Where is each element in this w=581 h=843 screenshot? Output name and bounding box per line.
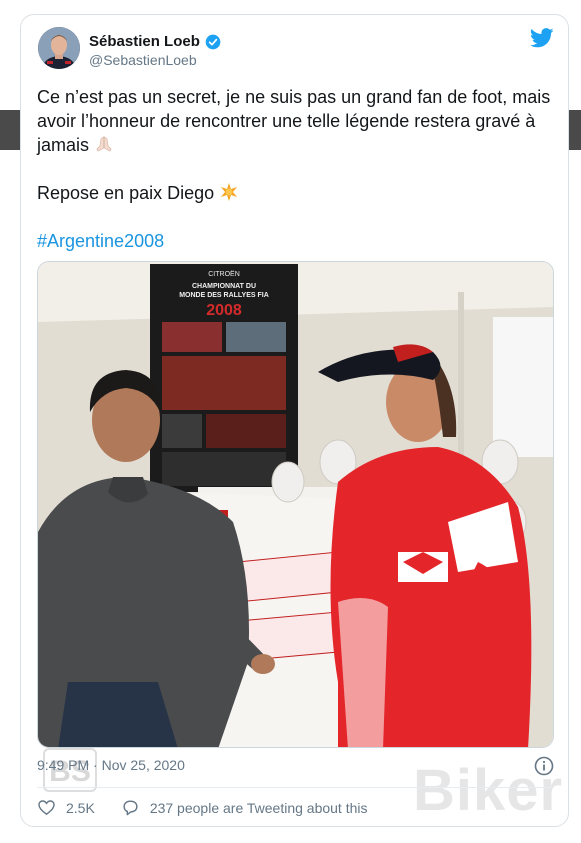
author-name[interactable]: Sébastien Loeb <box>89 33 221 50</box>
poster-line-2: MONDE DES RALLYES FIA <box>179 292 269 299</box>
watermark-text: Biker <box>413 758 564 823</box>
poster-year: 2008 <box>206 302 242 319</box>
poster-brand: CITROËN <box>208 270 240 278</box>
tweet-text-line-2: Repose en paix Diego <box>37 183 215 203</box>
author-handle[interactable]: @SebastienLoeb <box>89 52 197 68</box>
author-name-text[interactable]: Sébastien Loeb <box>89 33 200 50</box>
tweeting-about-text: 237 people are Tweeting about this <box>149 799 368 816</box>
praying-hands-icon <box>96 136 112 152</box>
author-avatar[interactable] <box>38 27 80 69</box>
like-count: 2.5K <box>66 799 95 816</box>
verified-badge-icon <box>205 34 221 49</box>
heart-icon <box>38 800 55 816</box>
star-icon <box>221 183 238 201</box>
speech-bubble-icon <box>123 800 138 816</box>
tweet-text: Ce n’est pas un secret, je ne suis pas u… <box>37 85 552 253</box>
tweet-timestamp[interactable]: 9:49 PM · Nov 25, 2020 <box>37 757 185 773</box>
conversation-link[interactable]: 237 people are Tweeting about this <box>121 798 368 817</box>
twitter-bird-icon[interactable] <box>530 28 554 48</box>
like-button[interactable]: 2.5K <box>37 798 95 817</box>
divider <box>37 787 552 788</box>
tweet-actions: 2.5K 237 people are Tweeting about this <box>37 798 368 817</box>
hashtag-link[interactable]: #Argentine2008 <box>37 231 164 251</box>
tweet-paragraph-3: #Argentine2008 <box>37 229 552 253</box>
poster: CITROËN CHAMPIONNAT DU MONDE DES RALLYES… <box>150 264 298 492</box>
tweet-card: Sébastien Loeb @SebastienLoeb Ce n’est p… <box>20 14 569 827</box>
tweet-paragraph-1: Ce n’est pas un secret, je ne suis pas u… <box>37 85 552 157</box>
poster-line-1: CHAMPIONNAT DU <box>192 283 256 290</box>
tweet-paragraph-2: Repose en paix Diego <box>37 181 552 205</box>
tweet-photo[interactable]: CITROËN CHAMPIONNAT DU MONDE DES RALLYES… <box>37 261 554 748</box>
